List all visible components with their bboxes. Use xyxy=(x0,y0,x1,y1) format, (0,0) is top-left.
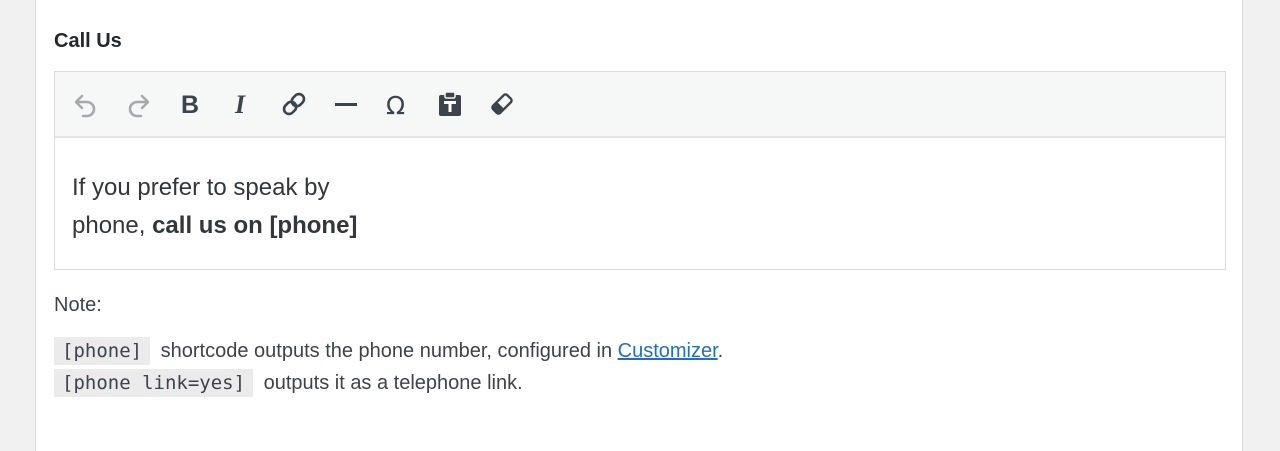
paste-as-text-icon xyxy=(439,91,461,116)
settings-panel: Call Us B I Ω If you prefer to speak by … xyxy=(35,0,1243,451)
bold-button[interactable]: B xyxy=(172,86,208,122)
paste-as-text-button[interactable] xyxy=(432,86,468,122)
phone-link-shortcode: [phone link=yes] xyxy=(54,369,254,397)
undo-icon xyxy=(74,94,96,118)
editor-line-2: phone, call us on [phone] xyxy=(72,207,1208,245)
rich-text-editor: B I Ω If you prefer to speak by phone, c… xyxy=(54,71,1226,270)
special-character-icon: Ω xyxy=(386,91,405,118)
editor-bold-text: call us on [phone] xyxy=(152,212,358,239)
svg-text:Ω: Ω xyxy=(386,91,405,118)
note-text-1-end: . xyxy=(717,340,724,362)
editor-content[interactable]: If you prefer to speak by phone, call us… xyxy=(55,138,1225,245)
italic-icon: I xyxy=(234,90,246,118)
horizontal-line-button[interactable] xyxy=(328,86,364,122)
editor-line-1: If you prefer to speak by xyxy=(72,174,330,201)
horizontal-line-icon xyxy=(335,103,357,106)
customizer-link[interactable]: Customizer xyxy=(618,340,718,362)
link-button[interactable] xyxy=(276,86,312,122)
special-character-button[interactable]: Ω xyxy=(380,86,416,122)
bold-icon: B xyxy=(181,91,199,118)
svg-text:I: I xyxy=(234,90,246,118)
link-icon xyxy=(282,92,306,116)
editor-line-2-text: phone, xyxy=(72,212,153,239)
note-label: Note: xyxy=(54,294,102,316)
redo-button[interactable] xyxy=(120,86,156,122)
editor-toolbar: B I Ω xyxy=(55,72,1225,138)
note-line-2: [phone link=yes] outputs it as a telepho… xyxy=(54,369,523,397)
phone-shortcode: [phone] xyxy=(54,337,151,365)
note-line-1: [phone] shortcode outputs the phone numb… xyxy=(54,337,724,365)
undo-button[interactable] xyxy=(68,86,104,122)
italic-button[interactable]: I xyxy=(224,86,260,122)
redo-icon xyxy=(128,94,150,118)
note-text-2: outputs it as a telephone link. xyxy=(263,372,523,394)
clear-formatting-button[interactable] xyxy=(484,86,520,122)
svg-text:B: B xyxy=(181,91,199,118)
field-title: Call Us xyxy=(54,30,122,52)
note-text-1: shortcode outputs the phone number, conf… xyxy=(160,340,618,362)
clear-formatting-icon xyxy=(491,93,513,115)
